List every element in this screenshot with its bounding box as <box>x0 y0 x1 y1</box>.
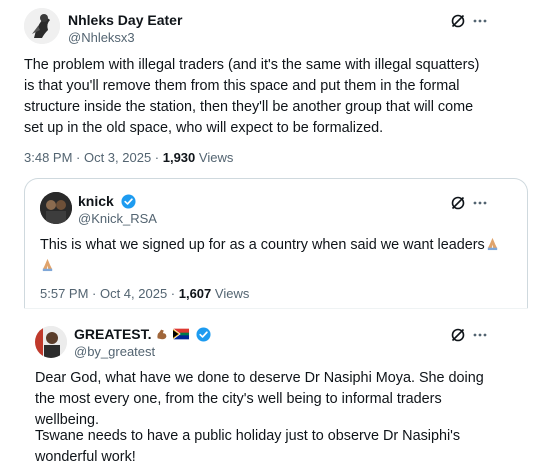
tweet-text-paragraph-1: Dear God, what have we done to deserve D… <box>35 370 484 428</box>
author-name[interactable]: Nhleks Day Eater <box>68 12 182 28</box>
south-africa-flag-icon <box>173 328 190 340</box>
avatar[interactable] <box>24 8 60 44</box>
grok-icon[interactable] <box>450 13 466 29</box>
tweet-timestamp[interactable]: 5:57 PM · Oct 4, 2025 · <box>40 286 179 301</box>
views-label: Views <box>195 150 234 165</box>
author-handle[interactable]: @Knick_RSA <box>78 211 157 226</box>
view-count: 1,930 <box>162 150 196 165</box>
tweet-text: The problem with illegal traders (and it… <box>24 57 480 136</box>
views-label: Views <box>211 286 250 301</box>
verified-icon <box>121 194 136 209</box>
more-icon[interactable] <box>472 195 488 211</box>
more-icon[interactable] <box>472 327 488 343</box>
tweet-meta: 5:57 PM · Oct 4, 2025 · 1,607 Views <box>40 286 249 301</box>
folded-hands-emoji-icon <box>487 237 497 251</box>
author-name[interactable]: GREATEST. <box>74 326 211 342</box>
folded-hands-emoji-icon <box>42 258 53 272</box>
tweet-main: Nhleks Day Eater @Nhleksx3 The problem w… <box>0 0 542 178</box>
divider <box>24 308 528 309</box>
verified-icon <box>196 327 211 342</box>
avatar[interactable] <box>40 192 72 224</box>
flexed-biceps-emoji-icon <box>157 329 167 340</box>
avatar[interactable] <box>35 326 67 358</box>
author-handle[interactable]: @Nhleksx3 <box>68 30 135 45</box>
author-handle[interactable]: @by_greatest <box>74 344 155 359</box>
tweet-reply-2: GREATEST. @by_greatest Dear God, what ha… <box>0 310 542 470</box>
tweet-text: This is what we signed up for as a count… <box>40 235 500 277</box>
tweet-reply-1: knick @Knick_RSA This is what we signed … <box>0 178 542 308</box>
tweet-meta: 3:48 PM · Oct 3, 2025 · 1,930 Views <box>24 150 233 165</box>
more-icon[interactable] <box>472 13 488 29</box>
grok-icon[interactable] <box>450 327 466 343</box>
tweet-timestamp[interactable]: 3:48 PM · Oct 3, 2025 · <box>24 150 163 165</box>
view-count: 1,607 <box>178 286 212 301</box>
author-name[interactable]: knick <box>78 193 136 209</box>
grok-icon[interactable] <box>450 195 466 211</box>
tweet-text-paragraph-2: Tswane needs to have a public holiday ju… <box>35 428 461 465</box>
